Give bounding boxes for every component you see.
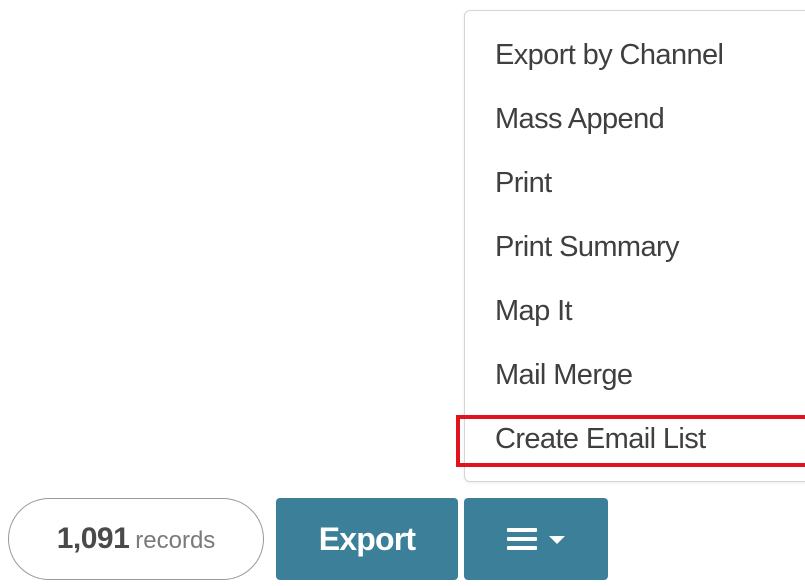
menu-item-export-by-channel[interactable]: Export by Channel: [495, 35, 724, 75]
page: Export by Channel Mass Append Print Prin…: [0, 0, 805, 586]
hamburger-icon: [507, 528, 537, 550]
menu-item-mass-append[interactable]: Mass Append: [495, 99, 665, 139]
records-count: 1,091: [56, 522, 130, 555]
export-button[interactable]: Export: [276, 498, 458, 580]
actions-dropdown-menu: Export by Channel Mass Append Print Prin…: [464, 10, 805, 482]
menu-item-mail-merge[interactable]: Mail Merge: [495, 355, 633, 395]
menu-item-map-it[interactable]: Map It: [495, 291, 573, 331]
records-label: records: [135, 527, 216, 554]
menu-item-create-email-list[interactable]: Create Email List: [495, 419, 706, 459]
records-count-badge: 1,091 records: [8, 498, 264, 580]
caret-down-icon: [549, 536, 565, 544]
menu-item-print-summary[interactable]: Print Summary: [495, 227, 680, 267]
menu-item-print[interactable]: Print: [495, 163, 552, 203]
more-actions-button[interactable]: [464, 498, 608, 580]
